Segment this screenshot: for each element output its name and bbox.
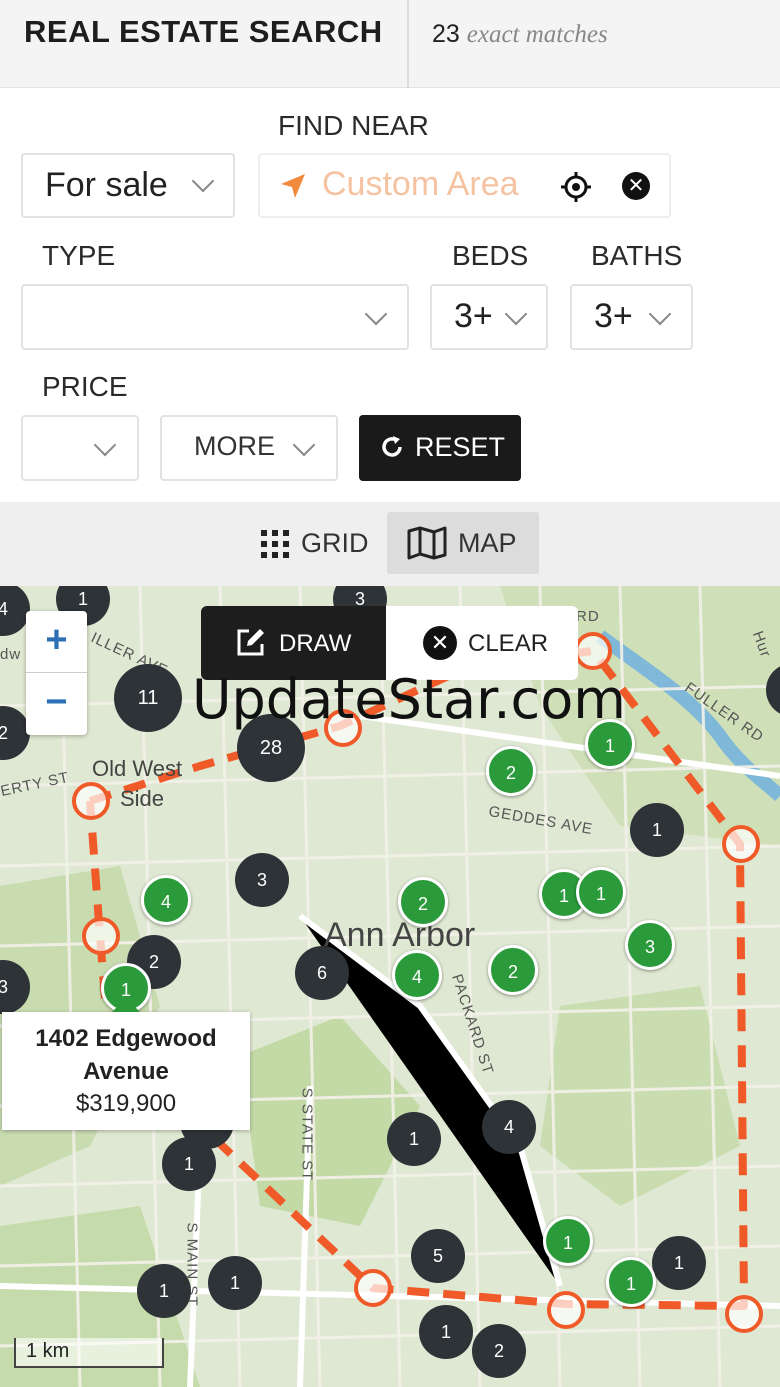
map-marker-listing[interactable]: 1 xyxy=(543,1216,593,1266)
map-marker-cluster[interactable]: 4 xyxy=(482,1100,536,1154)
map-marker-cluster[interactable]: 1 xyxy=(652,1236,706,1290)
reset-label: RESET xyxy=(415,432,506,462)
listing-tooltip[interactable]: 1402 Edgewood Avenue $319,900 xyxy=(2,998,250,1130)
map-marker-cluster[interactable]: 11 xyxy=(114,664,182,732)
map-scale: 1 km xyxy=(14,1338,164,1368)
header-divider xyxy=(407,0,409,88)
chevron-down-icon xyxy=(93,433,117,457)
map-view-button[interactable]: MAP xyxy=(387,512,539,574)
listing-price: $319,900 xyxy=(75,1090,177,1117)
map-marker-listing[interactable]: 4 xyxy=(141,875,191,925)
baths-select[interactable]: 3+ xyxy=(570,284,693,350)
map-marker-listing[interactable]: 2 xyxy=(488,945,538,995)
street-label: dw xyxy=(0,646,22,663)
map-marker-cluster[interactable]: 1 xyxy=(208,1256,262,1310)
map-marker-cluster[interactable]: 1 xyxy=(162,1137,216,1191)
type-label: TYPE xyxy=(42,240,116,271)
map-marker-cluster[interactable]: 6 xyxy=(295,946,349,1000)
edit-icon xyxy=(237,629,264,656)
baths-value: 3+ xyxy=(594,297,633,335)
zoom-in-button[interactable]: + xyxy=(26,611,87,672)
close-icon: ✕ xyxy=(423,626,457,660)
match-count-number: 23 xyxy=(432,20,460,48)
draw-label: DRAW xyxy=(279,630,352,657)
tooltip-tail xyxy=(112,998,140,1012)
map-marker-cluster[interactable]: 5 xyxy=(411,1229,465,1283)
zoom-control: + − xyxy=(26,611,87,735)
map-marker-cluster[interactable]: 3 xyxy=(235,853,289,907)
watermark: UpdateStar.com xyxy=(192,668,626,731)
map-marker-listing[interactable]: 2 xyxy=(398,877,448,927)
map-marker-cluster[interactable]: 1 xyxy=(137,1264,191,1318)
chevron-down-icon xyxy=(648,302,672,326)
scale-label: 1 km xyxy=(26,1340,70,1362)
grid-view-label: GRID xyxy=(301,528,369,558)
map-marker-listing[interactable]: 2 xyxy=(486,746,536,796)
beds-label: BEDS xyxy=(452,240,529,271)
location-arrow-icon xyxy=(281,174,305,198)
type-select[interactable] xyxy=(21,284,409,350)
chevron-down-icon xyxy=(364,302,388,326)
zoom-out-button[interactable]: − xyxy=(26,673,87,734)
app-header: REAL ESTATE SEARCH 23 exact matches xyxy=(0,0,780,88)
area-label-2: Side xyxy=(120,786,165,811)
refresh-icon xyxy=(382,436,402,457)
chevron-down-icon xyxy=(292,433,316,457)
chevron-down-icon xyxy=(191,169,215,193)
reset-button[interactable]: RESET xyxy=(359,415,521,481)
map-marker-listing[interactable]: 3 xyxy=(625,920,675,970)
find-near-input[interactable]: Custom Area ✕ xyxy=(258,153,671,218)
listing-type-select[interactable]: For sale xyxy=(21,153,235,218)
clear-location-icon[interactable]: ✕ xyxy=(622,172,650,200)
map-marker-cluster[interactable]: 1 xyxy=(387,1112,441,1166)
listing-address: 1402 Edgewood Avenue xyxy=(35,1025,217,1085)
clear-label: CLEAR xyxy=(468,630,549,657)
baths-label: BATHS xyxy=(591,240,683,271)
grid-view-button[interactable]: GRID xyxy=(250,512,376,574)
find-near-placeholder: Custom Area xyxy=(322,165,519,203)
current-location-icon[interactable] xyxy=(560,171,592,203)
map-marker-listing[interactable]: 1 xyxy=(606,1257,656,1307)
chevron-down-icon xyxy=(504,302,528,326)
map-marker-listing[interactable]: 1 xyxy=(576,867,626,917)
street-label: S STATE ST xyxy=(298,1087,316,1182)
map-marker-listing[interactable]: 4 xyxy=(392,950,442,1000)
match-count: 23 exact matches xyxy=(432,20,608,49)
find-near-label: FIND NEAR xyxy=(278,110,429,141)
map-marker-cluster[interactable]: 1 xyxy=(419,1305,473,1359)
price-select[interactable] xyxy=(21,415,139,481)
page-title: REAL ESTATE SEARCH xyxy=(24,14,383,49)
more-filters-label: MORE xyxy=(194,431,275,461)
grid-icon xyxy=(261,530,289,558)
map-marker-cluster[interactable]: 2 xyxy=(472,1324,526,1378)
map-icon xyxy=(407,526,447,560)
map-view[interactable]: Ann Arbor Old West Side FULLER RD GEDDES… xyxy=(0,586,780,1387)
area-label: Old West xyxy=(92,756,183,781)
more-filters-button[interactable]: MORE xyxy=(160,415,338,481)
beds-value: 3+ xyxy=(454,297,493,335)
street-label: RD xyxy=(576,608,600,625)
view-toggle-bar: GRID MAP xyxy=(0,502,780,586)
listing-type-value: For sale xyxy=(45,166,168,204)
city-label: Ann Arbor xyxy=(324,916,476,954)
map-marker-cluster[interactable]: 1 xyxy=(630,803,684,857)
price-label: PRICE xyxy=(42,371,128,402)
match-count-text: exact matches xyxy=(466,21,608,48)
beds-select[interactable]: 3+ xyxy=(430,284,548,350)
map-view-label: MAP xyxy=(458,528,517,558)
